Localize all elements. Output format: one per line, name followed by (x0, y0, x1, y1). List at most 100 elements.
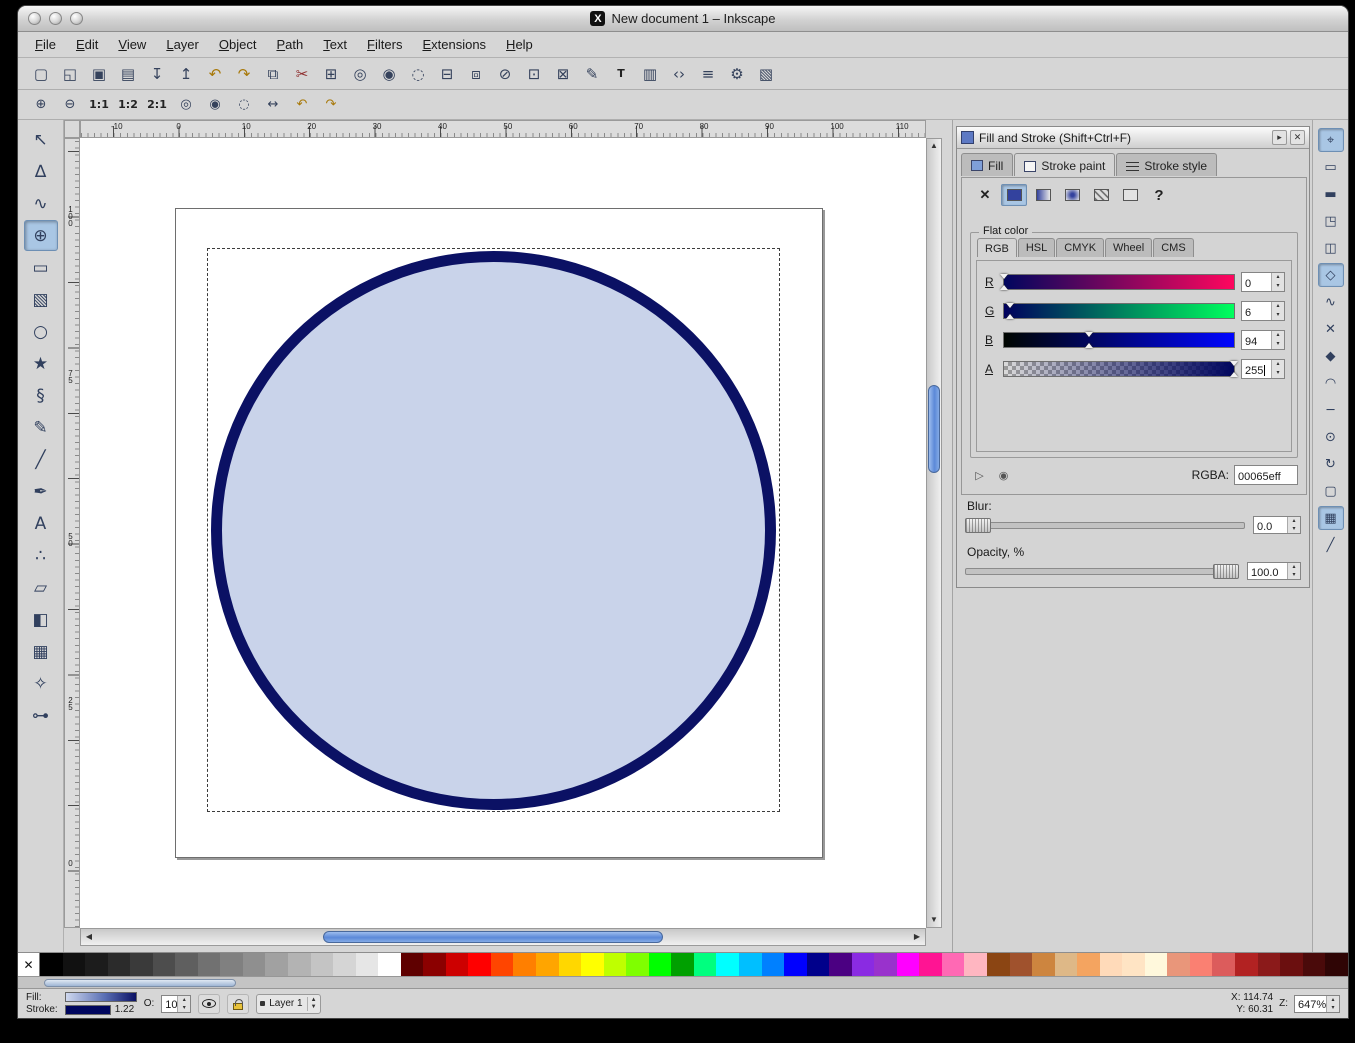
snap-bbox-button[interactable]: ▭ (1318, 155, 1344, 179)
palette-swatch[interactable] (762, 953, 785, 976)
palette-swatch[interactable] (987, 953, 1010, 976)
paint-none-button[interactable]: ✕ (972, 184, 998, 206)
palette-swatch[interactable] (265, 953, 288, 976)
palette-swatch[interactable] (919, 953, 942, 976)
menu-help[interactable]: Help (497, 34, 542, 55)
duplicate-button[interactable]: ⊟ (434, 61, 460, 87)
tab-fill[interactable]: Fill (961, 153, 1013, 176)
palette-scrollbar[interactable] (18, 976, 1348, 988)
paint-radial-gradient-button[interactable] (1059, 184, 1085, 206)
selector-tool[interactable]: ↖ (24, 124, 58, 155)
palette-swatch[interactable] (243, 953, 266, 976)
palette-swatch[interactable] (1303, 953, 1326, 976)
print-button[interactable]: ▤ (115, 61, 141, 87)
cut-button[interactable]: ✂ (289, 61, 315, 87)
zoom-2-1-button[interactable]: 2:1 (144, 92, 170, 118)
spiral-tool[interactable]: § (24, 380, 58, 411)
ellipse-tool[interactable]: ○ (24, 316, 58, 347)
rgba-entry[interactable]: 00065eff (1234, 465, 1298, 485)
palette-swatch[interactable] (559, 953, 582, 976)
channel-a-spinbox[interactable]: 255 ▴▾ (1241, 359, 1285, 379)
palette-swatch[interactable] (1077, 953, 1100, 976)
connector-tool[interactable]: ⊶ (24, 700, 58, 731)
palette-swatch[interactable] (220, 953, 243, 976)
zoom-selection-button[interactable]: ◎ (173, 92, 199, 118)
rectangle-tool[interactable]: ▭ (24, 252, 58, 283)
palette-swatch[interactable] (1010, 953, 1033, 976)
zoom-1-2-button[interactable]: 1:2 (115, 92, 141, 118)
redo-button[interactable]: ↷ (231, 61, 257, 87)
close-window-button[interactable] (28, 12, 41, 25)
snap-object-center-button[interactable]: ⊙ (1318, 425, 1344, 449)
calligraphy-tool[interactable]: ✒ (24, 476, 58, 507)
palette-swatch[interactable] (1258, 953, 1281, 976)
group-button[interactable]: ⊡ (521, 61, 547, 87)
palette-swatch[interactable] (1280, 953, 1303, 976)
zoom-previous-button[interactable]: ↶ (289, 92, 315, 118)
copy-button[interactable]: ⧉ (260, 61, 286, 87)
dialog-close-button[interactable]: ✕ (1290, 130, 1305, 145)
layers-dialog-button[interactable]: ▥ (637, 61, 663, 87)
fill-stroke-dialog-button[interactable]: ✎ (579, 61, 605, 87)
palette-swatch[interactable] (288, 953, 311, 976)
tab-stroke-style[interactable]: Stroke style (1116, 153, 1217, 176)
palette-swatch[interactable] (1032, 953, 1055, 976)
palette-swatch[interactable] (964, 953, 987, 976)
stroke-width-value[interactable]: 1.22 (115, 1004, 134, 1015)
save-button[interactable]: ▣ (86, 61, 112, 87)
palette-swatch[interactable] (1212, 953, 1235, 976)
paint-unknown-button[interactable]: ? (1146, 184, 1172, 206)
snap-bbox-midpoint-button[interactable]: ◫ (1318, 236, 1344, 260)
vertical-ruler[interactable]: 1007550250 (64, 138, 80, 928)
export-button[interactable]: ↥ (173, 61, 199, 87)
palette-swatch[interactable] (784, 953, 807, 976)
snap-guide-button[interactable]: ╱ (1318, 533, 1344, 557)
aux-color-button[interactable]: ◉ (994, 466, 1013, 484)
zoom-page-width-button[interactable]: ↔ (260, 92, 286, 118)
blur-spinbox[interactable]: 0.0 ▴▾ (1253, 516, 1301, 534)
palette-swatch[interactable] (716, 953, 739, 976)
horizontal-scrollbar[interactable]: ◀ ▶ (80, 928, 926, 946)
zoom-tool[interactable]: ⊕ (24, 220, 58, 251)
spinner-arrows[interactable]: ▴▾ (1271, 302, 1284, 320)
palette-swatch[interactable] (153, 953, 176, 976)
snap-cusp-node-button[interactable]: ◆ (1318, 344, 1344, 368)
menu-object[interactable]: Object (210, 34, 266, 55)
pencil-tool[interactable]: ✎ (24, 412, 58, 443)
scroll-right-icon[interactable]: ▶ (909, 929, 925, 945)
palette-swatch[interactable] (1122, 953, 1145, 976)
palette-swatch[interactable] (671, 953, 694, 976)
channel-b-value[interactable]: 94 (1242, 331, 1271, 349)
palette-swatch[interactable] (401, 953, 424, 976)
undo-button[interactable]: ↶ (202, 61, 228, 87)
palette-swatch[interactable] (626, 953, 649, 976)
spinner-arrows[interactable]: ▴▾ (1287, 517, 1300, 533)
palette-swatch[interactable] (1167, 953, 1190, 976)
palette-swatch[interactable] (694, 953, 717, 976)
snap-nodes-button[interactable]: ◇ (1318, 263, 1344, 287)
menu-text[interactable]: Text (314, 34, 356, 55)
menu-layer[interactable]: Layer (157, 34, 208, 55)
snap-grid-button[interactable]: ▦ (1318, 506, 1344, 530)
zoom-window-button[interactable] (70, 12, 83, 25)
palette-swatch[interactable] (829, 953, 852, 976)
menu-filters[interactable]: Filters (358, 34, 411, 55)
zoom-page-button[interactable]: ◌ (231, 92, 257, 118)
open-button[interactable]: ◱ (57, 61, 83, 87)
color-tab-rgb[interactable]: RGB (977, 238, 1017, 257)
palette-swatch[interactable] (130, 953, 153, 976)
layer-visibility-button[interactable] (198, 994, 220, 1014)
paint-flat-button[interactable] (1001, 184, 1027, 206)
scroll-up-icon[interactable]: ▲ (927, 139, 941, 153)
spinner-arrows[interactable]: ▴▾ (1271, 273, 1284, 291)
snap-smooth-node-button[interactable]: ◠ (1318, 371, 1344, 395)
rgba-value[interactable]: 00065eff (1235, 466, 1297, 484)
menu-edit[interactable]: Edit (67, 34, 107, 55)
palette-swatch[interactable] (446, 953, 469, 976)
channel-r-spinbox[interactable]: 0 ▴▾ (1241, 272, 1285, 292)
spinner-arrows[interactable]: ▴▾ (177, 996, 190, 1012)
zoom-out-button[interactable]: ⊖ (57, 92, 83, 118)
color-tab-hsl[interactable]: HSL (1018, 238, 1055, 257)
snap-page-border-button[interactable]: ▢ (1318, 479, 1344, 503)
color-tab-wheel[interactable]: Wheel (1105, 238, 1152, 257)
